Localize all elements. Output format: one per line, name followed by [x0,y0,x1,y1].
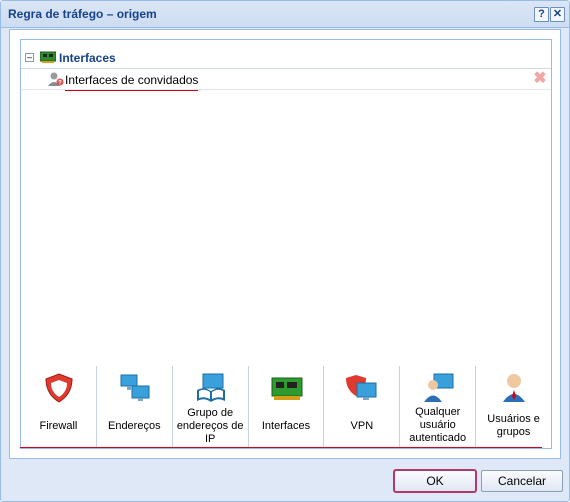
addresses-network-icon [120,374,150,401]
vpn-shield-monitor-icon [346,375,377,400]
ip-group-book-icon [196,373,225,402]
tree-group-label: Interfaces [59,51,116,65]
palette-label: Interfaces [261,420,311,432]
palette-label: Usuários e grupos [487,413,540,438]
palette-label: VPN [350,420,374,432]
palette-item-addresses[interactable]: Endereços [97,366,173,448]
network-card-icon [271,377,303,400]
close-button[interactable]: ✕ [550,7,565,22]
guest-user-icon: ? [48,72,64,87]
ok-button[interactable]: OK [393,469,477,493]
palette-item-ip-group[interactable]: Grupo de endereços de IP [173,366,249,448]
tree-item-label: Interfaces de convidados [65,73,199,91]
authenticated-user-icon [424,373,454,402]
palette-label: Grupo de endereços de IP [176,407,244,445]
source-tree: – Interfaces ? Interfaces de convidados [20,39,552,394]
users-groups-icon [503,374,526,402]
cancel-button[interactable]: Cancelar [481,470,563,492]
palette-label: Qualquer usuário autenticado [409,406,467,444]
palette-item-vpn[interactable]: VPN [324,366,401,448]
network-card-icon [40,51,56,63]
tree-group-interfaces[interactable]: – Interfaces [21,40,551,69]
palette-item-authenticated-user[interactable]: Qualquer usuário autenticado [400,366,477,448]
palette-underline [20,447,542,448]
tree-item[interactable]: ? Interfaces de convidados ✖ [21,70,551,91]
dialog-title: Regra de tráfego – origem [8,7,157,21]
object-palette: Firewall Endereços Grupo de endereços de… [20,366,552,449]
palette-item-users-groups[interactable]: Usuários e grupos [476,366,551,448]
collapse-icon[interactable]: – [25,53,34,62]
help-button[interactable]: ? [534,7,549,22]
firewall-shield-icon [45,373,73,403]
palette-item-firewall[interactable]: Firewall [21,366,97,448]
remove-icon[interactable]: ✖ [533,71,547,87]
svg-text:?: ? [58,81,62,87]
title-bar[interactable]: Regra de tráfego – origem ? ✕ [1,1,569,28]
palette-label: Endereços [107,420,161,432]
palette-label: Firewall [39,420,78,432]
traffic-rule-dialog: Regra de tráfego – origem ? ✕ – Interfac… [0,0,570,502]
dialog-body: – Interfaces ? Interfaces de convidados [9,29,561,459]
palette-item-interfaces[interactable]: Interfaces [249,366,325,448]
